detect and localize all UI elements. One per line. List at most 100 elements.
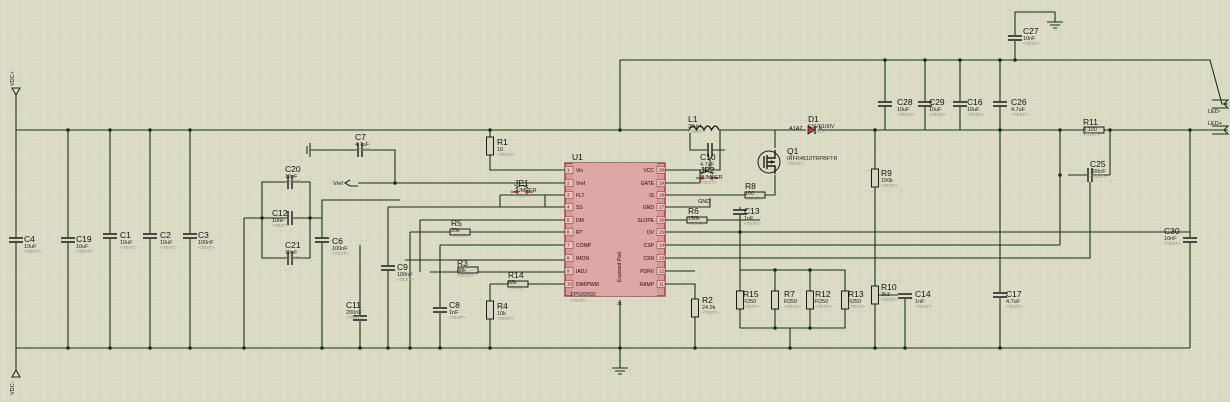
component-ref: C21: [285, 240, 301, 250]
svg-text:LED-: LED-: [1208, 109, 1221, 115]
component-text: <TEXT>: [285, 179, 302, 184]
ic-pin-name: RT: [576, 230, 583, 236]
ic-text: <TEXT>: [570, 298, 587, 303]
ic-pin-name: IS: [649, 193, 654, 199]
component-ref: R6: [688, 206, 699, 216]
component-text: <TEXT>: [457, 273, 474, 278]
component-text: <TEXT>: [688, 129, 705, 134]
ic-pin-name: DIM/PWM: [576, 282, 599, 288]
component-c12[interactable]: C1210nF<TEXT>: [272, 208, 293, 228]
component-ref: JP1: [514, 178, 529, 188]
component-ref: R15: [743, 289, 759, 299]
component-text: <TEXT>: [451, 233, 468, 238]
component-text: <TEXT>: [508, 285, 525, 290]
component-ref: C29: [929, 97, 945, 107]
component-ref: C9: [397, 262, 408, 272]
component-text: <TEXT>: [24, 249, 41, 254]
component-text: <TEXT>: [346, 315, 363, 320]
component-text: <TEXT>: [744, 221, 761, 226]
ic-pin-name: COMP: [576, 243, 592, 249]
ic-pin-number: 11: [659, 282, 664, 287]
component-ref: R11: [1083, 117, 1098, 127]
component-text: <TEXT>: [272, 223, 289, 228]
ic-pin-name: IADJ: [576, 269, 587, 275]
ic-pin-name: GND: [643, 205, 655, 211]
component-ref: C4: [24, 234, 35, 244]
component-ref: C25: [1090, 159, 1106, 169]
ic-pin-name: CSN: [643, 256, 654, 262]
component-ref: C12: [272, 208, 288, 218]
component-ref: L1: [688, 114, 698, 124]
component-ref: R8: [745, 181, 756, 191]
component-text: <TEXT>: [120, 245, 137, 250]
component-c25[interactable]: C25100nF<TEXT>: [1087, 159, 1107, 182]
component-ref: R7: [784, 289, 795, 299]
ic-pin-name: GATE: [641, 181, 655, 187]
component-text: <TEXT>: [929, 112, 946, 117]
gnd-label: GND: [698, 199, 710, 205]
component-ref: C19: [76, 234, 92, 244]
component-ref: R10: [881, 282, 897, 292]
ic-pin-name: OV: [647, 230, 655, 236]
d1-pin-label: A1A2: [789, 126, 802, 132]
component-ref: R12: [815, 289, 831, 299]
component-text: <TEXT>: [514, 193, 531, 198]
ic-pin-name: FLT: [576, 193, 585, 199]
component-text: <TEXT>: [497, 152, 514, 157]
ic-pin-name: RAMP: [640, 282, 655, 288]
component-text: <TEXT>: [449, 315, 466, 320]
component-ref: R13: [848, 289, 864, 299]
ic-pin-name: Vin: [576, 168, 583, 174]
component-ref: C2: [160, 230, 171, 240]
ic-u1[interactable]: U1 TPS92692 <TEXT> 21 Exposed Pad 1 Vin2 V…: [564, 152, 666, 306]
component-text: <TEXT>: [332, 251, 349, 256]
component-text: <TEXT>: [700, 180, 717, 185]
svg-text:Vref: Vref: [333, 181, 343, 187]
component-text: <TEXT>: [881, 297, 898, 302]
svg-text:VDC+: VDC+: [10, 71, 16, 86]
component-ref: C16: [967, 97, 983, 107]
component-text: <TEXT>: [897, 112, 914, 117]
component-text: <TEXT>: [967, 112, 984, 117]
component-text: <TEXT>: [745, 196, 762, 201]
ic-pin-name: SS: [576, 205, 583, 211]
component-text: <TEXT>: [497, 316, 514, 321]
component-text: <TEXT>: [285, 255, 302, 260]
component-ref: C11: [346, 300, 361, 310]
component-text: <TEXT>: [848, 304, 865, 309]
component-ref: JP2: [700, 165, 715, 175]
component-ref: R14: [508, 270, 524, 280]
component-ref: R1: [497, 137, 508, 147]
ic-ref: U1: [572, 152, 583, 162]
component-ref: R2: [702, 295, 713, 305]
component-text: <TEXT>: [881, 183, 898, 188]
component-ref: C6: [332, 236, 343, 246]
component-ref: D1: [808, 114, 819, 124]
component-text: <TEXT>: [1011, 112, 1028, 117]
ic-pin-number: 16: [659, 218, 665, 223]
ic-pin-number: 17: [659, 205, 665, 210]
component-ref: Q1: [787, 146, 799, 156]
ic-pin-number: 10: [567, 282, 573, 287]
component-ref: C3: [198, 230, 209, 240]
component-ref: C20: [285, 164, 301, 174]
component-ref: C17: [1006, 289, 1022, 299]
schematic-sheet: VDC+ VDC- LED- LED+ Vref U1 TPS92692 <TE…: [0, 0, 1230, 402]
ic-pin-name: PDRV: [640, 269, 654, 275]
component-ref: C13: [744, 206, 760, 216]
component-text: <TEXT>: [702, 310, 719, 315]
component-ref: C27: [1023, 26, 1039, 36]
component-text: <TEXT>: [743, 304, 760, 309]
component-text: <TEXT>: [787, 161, 804, 166]
ic-pin-name: Vref: [576, 181, 586, 187]
component-text: <TEXT>: [355, 147, 372, 152]
component-ref: R9: [881, 168, 892, 178]
ic-pin-name: CSP: [644, 243, 655, 249]
svg-text:LED+: LED+: [1208, 121, 1222, 127]
ic-pin-number: 13: [659, 256, 665, 261]
ic-pin-number: 12: [659, 269, 665, 274]
component-ref: C7: [355, 132, 366, 142]
ic-pin-number: 14: [659, 243, 665, 248]
ic-pin-number: 19: [659, 181, 665, 186]
ic-pin-name: DM: [576, 218, 584, 224]
